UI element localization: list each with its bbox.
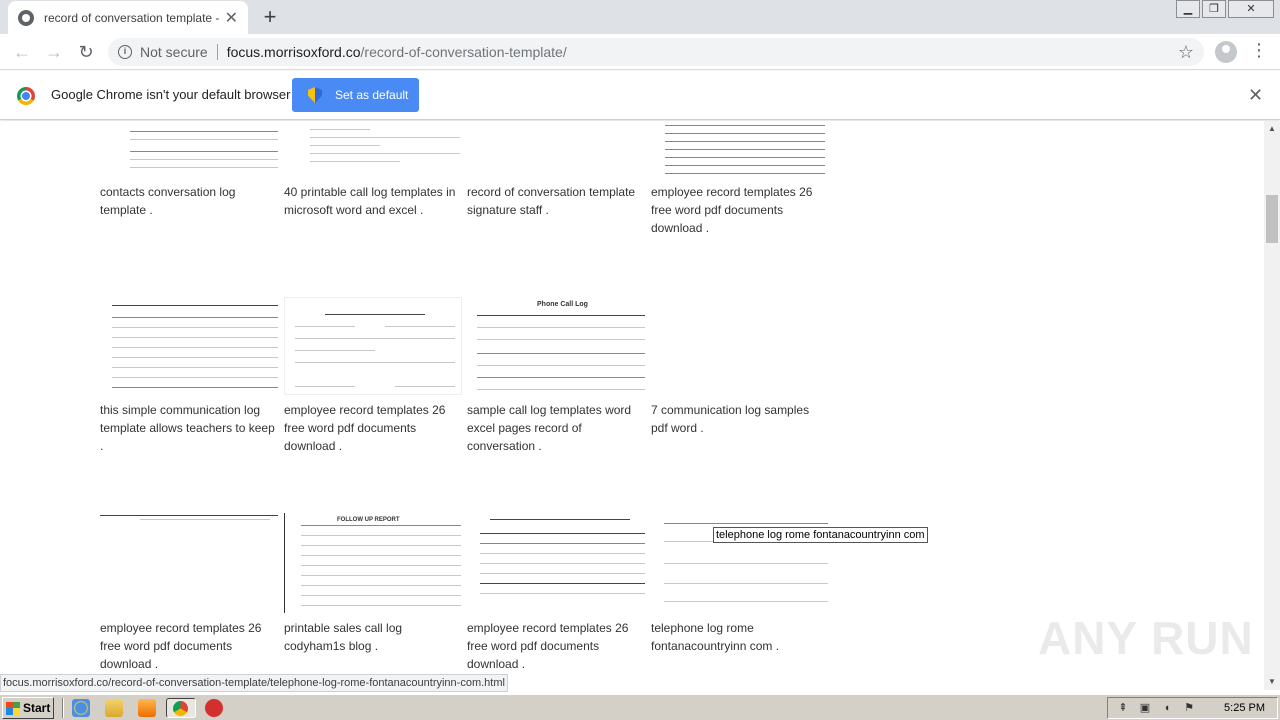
address-bar[interactable]: i Not secure focus.morrisoxford.co /reco… <box>108 38 1204 66</box>
taskbar-separator <box>62 698 64 718</box>
image-tooltip: telephone log rome fontanacountryinn com <box>713 527 928 543</box>
set-as-default-button[interactable]: Set as default <box>292 78 419 112</box>
globe-favicon-icon <box>18 9 34 26</box>
thumbnail-caption[interactable]: sample call log templates word excel pag… <box>467 401 645 455</box>
thumbnail-caption[interactable]: employee record templates 26 free word p… <box>467 619 645 673</box>
thumbnail-caption[interactable]: printable sales call log codyham1s blog … <box>284 619 462 655</box>
media-player-icon[interactable] <box>138 699 156 717</box>
page-content: contacts conversation log template . 40 … <box>0 121 1264 674</box>
infobar-close-icon[interactable]: ✕ <box>1248 85 1263 106</box>
thumbnail-caption[interactable]: 7 communication log samples pdf word . <box>651 401 829 437</box>
vertical-scrollbar[interactable]: ▲ ▼ <box>1264 121 1280 690</box>
default-browser-infobar: Google Chrome isn't your default browser… <box>0 71 1280 120</box>
start-button[interactable]: Start <box>2 697 54 719</box>
arrow-left-icon[interactable]: ← <box>10 40 34 64</box>
kebab-menu-icon[interactable]: ⋮ <box>1250 40 1268 61</box>
browser-titlebar: record of conversation template - Fo ✕ +… <box>0 0 1280 34</box>
thumbnail-caption[interactable]: this simple communication log template a… <box>100 401 278 455</box>
url-path[interactable]: /record-of-conversation-template/ <box>361 44 567 60</box>
browser-toolbar: ← → ↻ i Not secure focus.morrisoxford.co… <box>0 34 1280 70</box>
thumbnail-caption[interactable]: employee record templates 26 free word p… <box>284 401 462 455</box>
window-close-icon[interactable]: ✕ <box>1228 0 1274 18</box>
security-label[interactable]: Not secure <box>140 44 208 60</box>
tray-arrow-icon[interactable]: ⇞ <box>1116 701 1130 715</box>
uac-shield-icon <box>308 87 322 103</box>
thumbnail-caption[interactable]: contacts conversation log template . <box>100 183 278 219</box>
thumbnail-doc-title: Phone Call Log <box>537 301 588 308</box>
scroll-up-arrow-icon[interactable]: ▲ <box>1264 121 1280 137</box>
system-tray: ⇞ ▣ ◖ ⚑ 5:25 PM <box>1107 697 1278 719</box>
thumbnail-image[interactable] <box>480 513 645 613</box>
internet-explorer-icon[interactable] <box>72 699 90 717</box>
window-controls: ▁ ❐ ✕ <box>1174 0 1274 18</box>
tab-close-icon[interactable]: ✕ <box>225 8 238 28</box>
thumbnail-caption[interactable]: telephone log rome fontanacountryinn com… <box>651 619 829 655</box>
chrome-icon <box>173 701 188 716</box>
arrow-right-icon[interactable]: → <box>42 40 66 64</box>
volume-icon[interactable]: ◖ <box>1160 701 1174 715</box>
start-label: Start <box>23 701 51 715</box>
infobar-message: Google Chrome isn't your default browser <box>51 87 291 102</box>
thumbnail-caption[interactable]: employee record templates 26 free word p… <box>651 183 829 237</box>
thumbnail-image[interactable] <box>112 297 278 391</box>
reload-icon[interactable]: ↻ <box>74 40 98 64</box>
thumbnail-image[interactable] <box>284 297 462 395</box>
screen: record of conversation template - Fo ✕ +… <box>0 0 1280 720</box>
scrollbar-thumb[interactable] <box>1266 195 1278 243</box>
windows-taskbar: Start ⇞ ▣ ◖ ⚑ 5:25 PM <box>0 694 1280 720</box>
tab-title: record of conversation template - Fo <box>44 10 222 25</box>
thumbnail-doc-title: FOLLOW UP REPORT <box>337 517 400 523</box>
thumbnail-image[interactable]: FOLLOW UP REPORT <box>284 513 462 613</box>
scroll-down-arrow-icon[interactable]: ▼ <box>1264 674 1280 690</box>
minimize-icon[interactable]: ▁ <box>1176 0 1200 18</box>
action-center-flag-icon[interactable]: ⚑ <box>1182 701 1196 715</box>
thumbnail-image[interactable]: Phone Call Log <box>467 297 645 395</box>
folder-icon[interactable] <box>105 699 123 717</box>
chrome-logo-icon <box>17 87 35 105</box>
thumbnail-image[interactable] <box>130 121 278 169</box>
omnibox-separator <box>216 44 218 60</box>
taskbar-clock[interactable]: 5:25 PM <box>1224 702 1265 714</box>
network-icon[interactable]: ▣ <box>1138 701 1152 715</box>
thumbnail-caption[interactable]: employee record templates 26 free word p… <box>100 619 278 673</box>
anyrun-watermark: ANY RUN <box>1038 612 1254 664</box>
thumbnail-image[interactable] <box>651 121 828 177</box>
set-as-default-label: Set as default <box>335 88 409 102</box>
chrome-taskbar-button[interactable] <box>166 698 196 718</box>
profile-avatar-icon[interactable] <box>1215 41 1237 63</box>
windows-logo-icon <box>6 701 20 715</box>
thumbnail-caption[interactable]: record of conversation template signatur… <box>467 183 645 219</box>
thumbnail-caption[interactable]: 40 printable call log templates in micro… <box>284 183 462 219</box>
status-url-bubble: focus.morrisoxford.co/record-of-conversa… <box>0 674 508 692</box>
star-icon[interactable]: ☆ <box>1178 42 1194 63</box>
restore-icon[interactable]: ❐ <box>1202 0 1226 18</box>
url-host[interactable]: focus.morrisoxford.co <box>227 44 361 60</box>
warning-app-icon[interactable] <box>205 699 223 717</box>
thumbnail-image[interactable] <box>308 121 461 169</box>
thumbnail-image[interactable] <box>100 513 278 611</box>
browser-tab[interactable]: record of conversation template - Fo ✕ <box>8 1 248 34</box>
new-tab-icon[interactable]: + <box>258 4 282 30</box>
info-icon[interactable]: i <box>118 45 132 59</box>
